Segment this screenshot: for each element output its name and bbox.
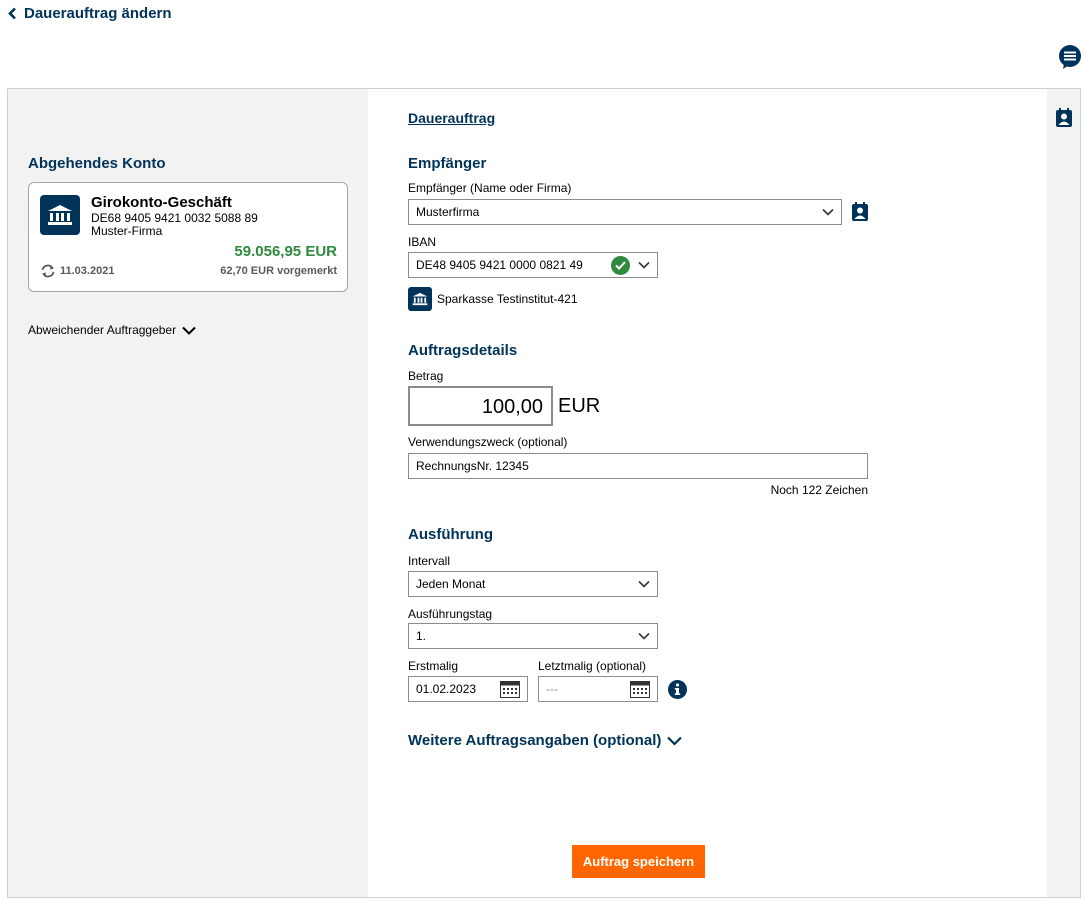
- currency-label: EUR: [558, 395, 601, 417]
- amount-input[interactable]: 100,00: [408, 386, 553, 426]
- purpose-label: Verwendungszweck (optional): [408, 435, 568, 449]
- chevron-down-icon: [638, 261, 650, 269]
- bank-icon: [40, 195, 80, 235]
- chevron-down-icon: [667, 736, 683, 746]
- outgoing-account-title: Abgehendes Konto: [28, 155, 166, 172]
- info-icon[interactable]: [668, 680, 687, 699]
- interval-label: Intervall: [408, 554, 451, 568]
- chevron-down-icon: [638, 632, 650, 640]
- calendar-icon[interactable]: [630, 680, 650, 698]
- iban-label: IBAN: [408, 235, 437, 249]
- account-name: Girokonto-Geschäft: [91, 194, 232, 211]
- check-circle-icon: [611, 255, 630, 275]
- last-date-label: Letztmalig (optional): [538, 659, 647, 673]
- account-holder: Muster-Firma: [91, 224, 163, 238]
- execution-day-select[interactable]: 1.: [408, 623, 658, 649]
- contact-book-icon[interactable]: [1055, 108, 1073, 128]
- more-details-label: Weitere Auftragsangaben (optional): [408, 732, 662, 749]
- first-date-label: Erstmalig: [408, 659, 459, 673]
- last-date-placeholder: ---: [546, 682, 558, 696]
- account-sync-date: 11.03.2021: [40, 264, 114, 278]
- chevron-down-icon: [182, 326, 196, 335]
- recipient-name-value: Musterfirma: [416, 205, 480, 219]
- chevron-left-icon: [8, 7, 16, 20]
- account-pending: 62,70 EUR vorgemerkt: [220, 265, 337, 277]
- interval-value: Jeden Monat: [416, 577, 486, 591]
- last-date-input[interactable]: ---: [538, 676, 658, 702]
- char-counter: Noch 122 Zeichen: [770, 483, 868, 497]
- execution-title: Ausführung: [408, 526, 493, 543]
- recipient-name-label: Empfänger (Name oder Firma): [408, 181, 572, 195]
- recipient-title: Empfänger: [408, 155, 487, 172]
- alt-orderer-label: Abweichender Auftraggeber: [28, 323, 177, 337]
- account-iban: DE68 9405 9421 0032 5088 89: [91, 211, 258, 225]
- purpose-value: RechnungsNr. 12345: [416, 459, 529, 473]
- account-date-text: 11.03.2021: [60, 265, 115, 277]
- chat-icon[interactable]: [1058, 45, 1082, 69]
- first-date-input[interactable]: 01.02.2023: [408, 676, 528, 702]
- execution-day-label: Ausführungstag: [408, 607, 493, 621]
- first-date-value: 01.02.2023: [416, 682, 477, 696]
- contact-book-icon[interactable]: [851, 202, 869, 222]
- calendar-icon[interactable]: [500, 680, 520, 698]
- order-details-title: Auftragsdetails: [408, 342, 518, 359]
- sync-icon: [41, 264, 55, 278]
- amount-label: Betrag: [408, 369, 444, 383]
- account-card[interactable]: Girokonto-Geschäft DE68 9405 9421 0032 5…: [28, 182, 348, 292]
- purpose-input[interactable]: RechnungsNr. 12345: [408, 453, 868, 479]
- iban-combobox[interactable]: DE48 9405 9421 0000 0821 49: [408, 252, 658, 278]
- alt-orderer-toggle[interactable]: Abweichender Auftraggeber: [28, 323, 196, 337]
- more-details-toggle[interactable]: Weitere Auftragsangaben (optional): [408, 732, 683, 749]
- save-order-button[interactable]: Auftrag speichern: [572, 845, 705, 878]
- bank-icon: [408, 287, 432, 311]
- back-link[interactable]: Dauerauftrag ändern: [8, 5, 172, 22]
- execution-day-value: 1.: [416, 629, 427, 643]
- page-title: Dauerauftrag ändern: [24, 5, 172, 22]
- chevron-down-icon: [822, 208, 834, 216]
- chevron-down-icon: [638, 580, 650, 588]
- iban-value: DE48 9405 9421 0000 0821 49: [416, 258, 583, 272]
- tab-dauerauftrag[interactable]: Dauerauftrag: [408, 110, 495, 126]
- bank-name: Sparkasse Testinstitut-421: [437, 292, 578, 306]
- recipient-name-combobox[interactable]: Musterfirma: [408, 199, 842, 225]
- account-balance: 59.056,95 EUR: [234, 243, 337, 260]
- interval-select[interactable]: Jeden Monat: [408, 571, 658, 597]
